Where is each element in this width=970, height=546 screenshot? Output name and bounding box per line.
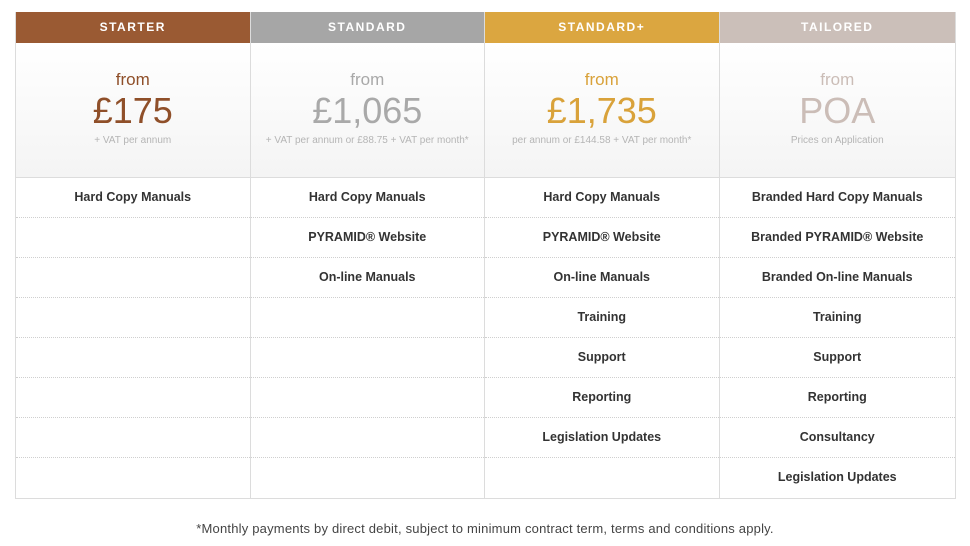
price-note: Prices on Application: [790, 135, 884, 146]
price-value: £1,065: [312, 90, 423, 131]
price-box: from POA Prices on Application: [719, 43, 955, 178]
price-value: £1,735: [546, 90, 657, 131]
footnote: *Monthly payments by direct debit, subje…: [196, 521, 774, 536]
feature-list: Branded Hard Copy Manuals Branded PYRAMID…: [719, 178, 955, 498]
price-note: per annum or £144.58 + VAT per month*: [512, 135, 692, 146]
plan-column-starter: STARTER from £175 + VAT per annum Hard Copy …: [16, 12, 251, 498]
feature-item: [250, 298, 484, 338]
feature-list: Hard Copy Manuals PYRAMID® Website On-line…: [250, 178, 485, 498]
feature-item: [251, 458, 485, 498]
feature-item: PYRAMID® Website: [250, 218, 484, 258]
feature-item: [16, 258, 250, 298]
feature-item: Branded Hard Copy Manuals: [719, 178, 955, 218]
feature-item: Branded On-line Manuals: [719, 258, 955, 298]
feature-item: [16, 378, 250, 418]
price-note: + VAT per annum: [94, 135, 172, 146]
price-value: £175: [92, 90, 173, 131]
from-label: from: [584, 70, 619, 89]
price-value: POA: [799, 90, 876, 131]
feature-item: Training: [485, 298, 719, 338]
feature-item: PYRAMID® Website: [485, 218, 719, 258]
feature-item: [250, 378, 484, 418]
feature-item: [16, 458, 250, 498]
feature-item: Reporting: [719, 378, 955, 418]
feature-item: [485, 458, 719, 498]
from-label: from: [820, 70, 855, 89]
plan-header: TAILORED: [719, 12, 955, 43]
feature-item: Reporting: [485, 378, 719, 418]
plan-header: STANDARD+: [485, 12, 719, 43]
feature-item: Consultancy: [719, 418, 955, 458]
feature-item: [16, 338, 250, 378]
plan-header: STARTER: [16, 12, 250, 43]
pricing-table: STARTER from £175 + VAT per annum Hard Copy …: [15, 12, 956, 499]
feature-item: Support: [485, 338, 719, 378]
from-label: from: [350, 70, 385, 89]
feature-item: Support: [719, 338, 955, 378]
price-box: from £1,735 per annum or £144.58 + VAT per…: [485, 43, 719, 178]
feature-item: Hard Copy Manuals: [485, 178, 719, 218]
plan-column-standard-plus: STANDARD+ from £1,735 per annum or £144.58 …: [485, 12, 720, 498]
feature-item: Branded PYRAMID® Website: [719, 218, 955, 258]
feature-list: Hard Copy Manuals PYRAMID® Website On-line…: [485, 178, 719, 498]
price-note: + VAT per annum or £88.75 + VAT per mont…: [265, 135, 469, 146]
plan-column-tailored: TAILORED from POA Prices on Application Bran…: [719, 12, 955, 498]
feature-item: [16, 218, 250, 258]
feature-item: [16, 418, 250, 458]
plan-header: STANDARD: [250, 12, 484, 43]
price-box: from £1,065 + VAT per annum or £88.75 + VA…: [250, 43, 484, 178]
feature-item: Legislation Updates: [485, 418, 719, 458]
feature-item: [16, 298, 250, 338]
feature-item: Training: [719, 298, 955, 338]
feature-item: On-line Manuals: [485, 258, 719, 298]
price-box: from £175 + VAT per annum: [16, 43, 250, 178]
feature-item: [250, 418, 484, 458]
feature-item: Legislation Updates: [777, 470, 897, 484]
feature-item: On-line Manuals: [250, 258, 484, 298]
feature-item: Hard Copy Manuals: [16, 178, 250, 218]
feature-item: Hard Copy Manuals: [250, 178, 484, 218]
feature-list: Hard Copy Manuals: [16, 178, 250, 498]
plan-column-standard: STANDARD from £1,065 + VAT per annum or £88…: [250, 12, 485, 498]
from-label: from: [115, 70, 150, 89]
feature-item: [250, 338, 484, 378]
